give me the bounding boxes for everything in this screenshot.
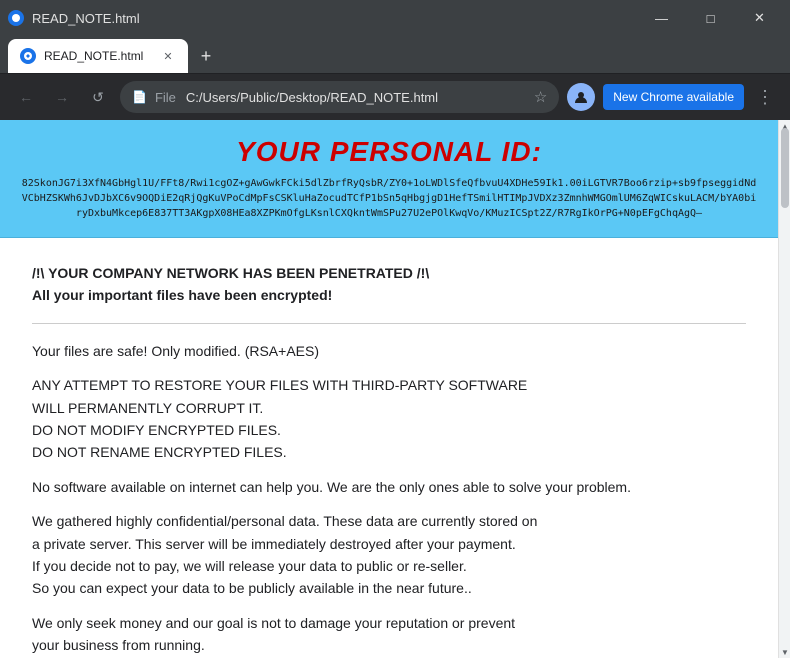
scrollbar-thumb[interactable] [781,128,789,208]
personal-id-value: 82SkonJG7i3XfN4GbHgl1U/FFt8/Rwi1cgOZ+gAw… [20,176,758,221]
file-icon: 📄 [132,90,147,104]
divider [32,323,746,324]
address-bar: ← → ↺ 📄 File C:/Users/Public/Desktop/REA… [0,74,790,120]
maximize-button[interactable]: □ [688,3,733,33]
scrollbar[interactable]: ▲ ▼ [778,120,790,658]
personal-id-title: YOUR PERSONAL ID: [20,136,758,168]
minimize-button[interactable]: — [639,3,684,33]
url-bar[interactable]: 📄 File C:/Users/Public/Desktop/READ_NOTE… [120,81,559,113]
data-threat-note: We gathered highly confidential/personal… [32,510,746,600]
url-text: C:/Users/Public/Desktop/READ_NOTE.html [186,90,526,105]
back-button[interactable]: ← [12,83,40,111]
money-note: We only seek money and our goal is not t… [32,612,746,657]
no-software-note: No software available on internet can he… [32,476,746,498]
page-content: YOUR PERSONAL ID: 82SkonJG7i3XfN4GbHgl1U… [0,120,778,658]
heading1: /!\ YOUR COMPANY NETWORK HAS BEEN PENETR… [32,262,746,307]
scroll-down-button[interactable]: ▼ [779,646,790,658]
new-chrome-available-button[interactable]: New Chrome available [603,84,744,110]
reload-button[interactable]: ↺ [84,83,112,111]
file-label: File [155,90,176,105]
tab-favicon [20,48,36,64]
window-title: READ_NOTE.html [32,11,140,26]
tab-bar: READ_NOTE.html ✕ + [0,36,790,74]
note-body: /!\ YOUR COMPANY NETWORK HAS BEEN PENETR… [0,238,778,658]
content-area: YOUR PERSONAL ID: 82SkonJG7i3XfN4GbHgl1U… [0,120,790,658]
window-favicon [8,10,24,26]
forward-button[interactable]: → [48,83,76,111]
profile-button[interactable] [567,83,595,111]
title-bar: READ_NOTE.html — □ ✕ [0,0,790,36]
close-button[interactable]: ✕ [737,3,782,33]
tab-title: READ_NOTE.html [44,49,152,63]
active-tab[interactable]: READ_NOTE.html ✕ [8,39,188,73]
heading2: All your important files have been encry… [32,287,332,303]
window-controls: — □ ✕ [639,3,782,33]
warning-block: ANY ATTEMPT TO RESTORE YOUR FILES WITH T… [32,374,746,464]
bookmark-star-button[interactable]: ☆ [534,88,547,106]
safe-note: Your files are safe! Only modified. (RSA… [32,340,746,362]
ransomware-header: YOUR PERSONAL ID: 82SkonJG7i3XfN4GbHgl1U… [0,120,778,238]
tab-close-button[interactable]: ✕ [160,48,176,64]
new-tab-button[interactable]: + [192,42,220,70]
chrome-menu-button[interactable]: ⋮ [752,83,778,112]
